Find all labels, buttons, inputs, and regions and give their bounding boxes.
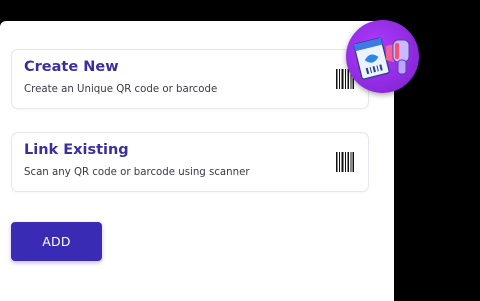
barcode-icon bbox=[336, 152, 354, 172]
add-item-panel: Create New Create an Unique QR code or b… bbox=[0, 21, 394, 301]
barcode-scanner-icon bbox=[353, 37, 410, 80]
create-new-option[interactable]: Create New Create an Unique QR code or b… bbox=[11, 49, 369, 109]
link-existing-option[interactable]: Link Existing Scan any QR code or barcod… bbox=[11, 132, 369, 192]
option-subtitle: Create an Unique QR code or barcode bbox=[24, 84, 218, 95]
option-title: Link Existing bbox=[24, 142, 129, 158]
option-title: Create New bbox=[24, 59, 119, 75]
option-subtitle: Scan any QR code or barcode using scanne… bbox=[24, 167, 250, 178]
barcode-scanner-badge bbox=[346, 20, 419, 93]
add-button[interactable]: ADD bbox=[11, 222, 102, 261]
